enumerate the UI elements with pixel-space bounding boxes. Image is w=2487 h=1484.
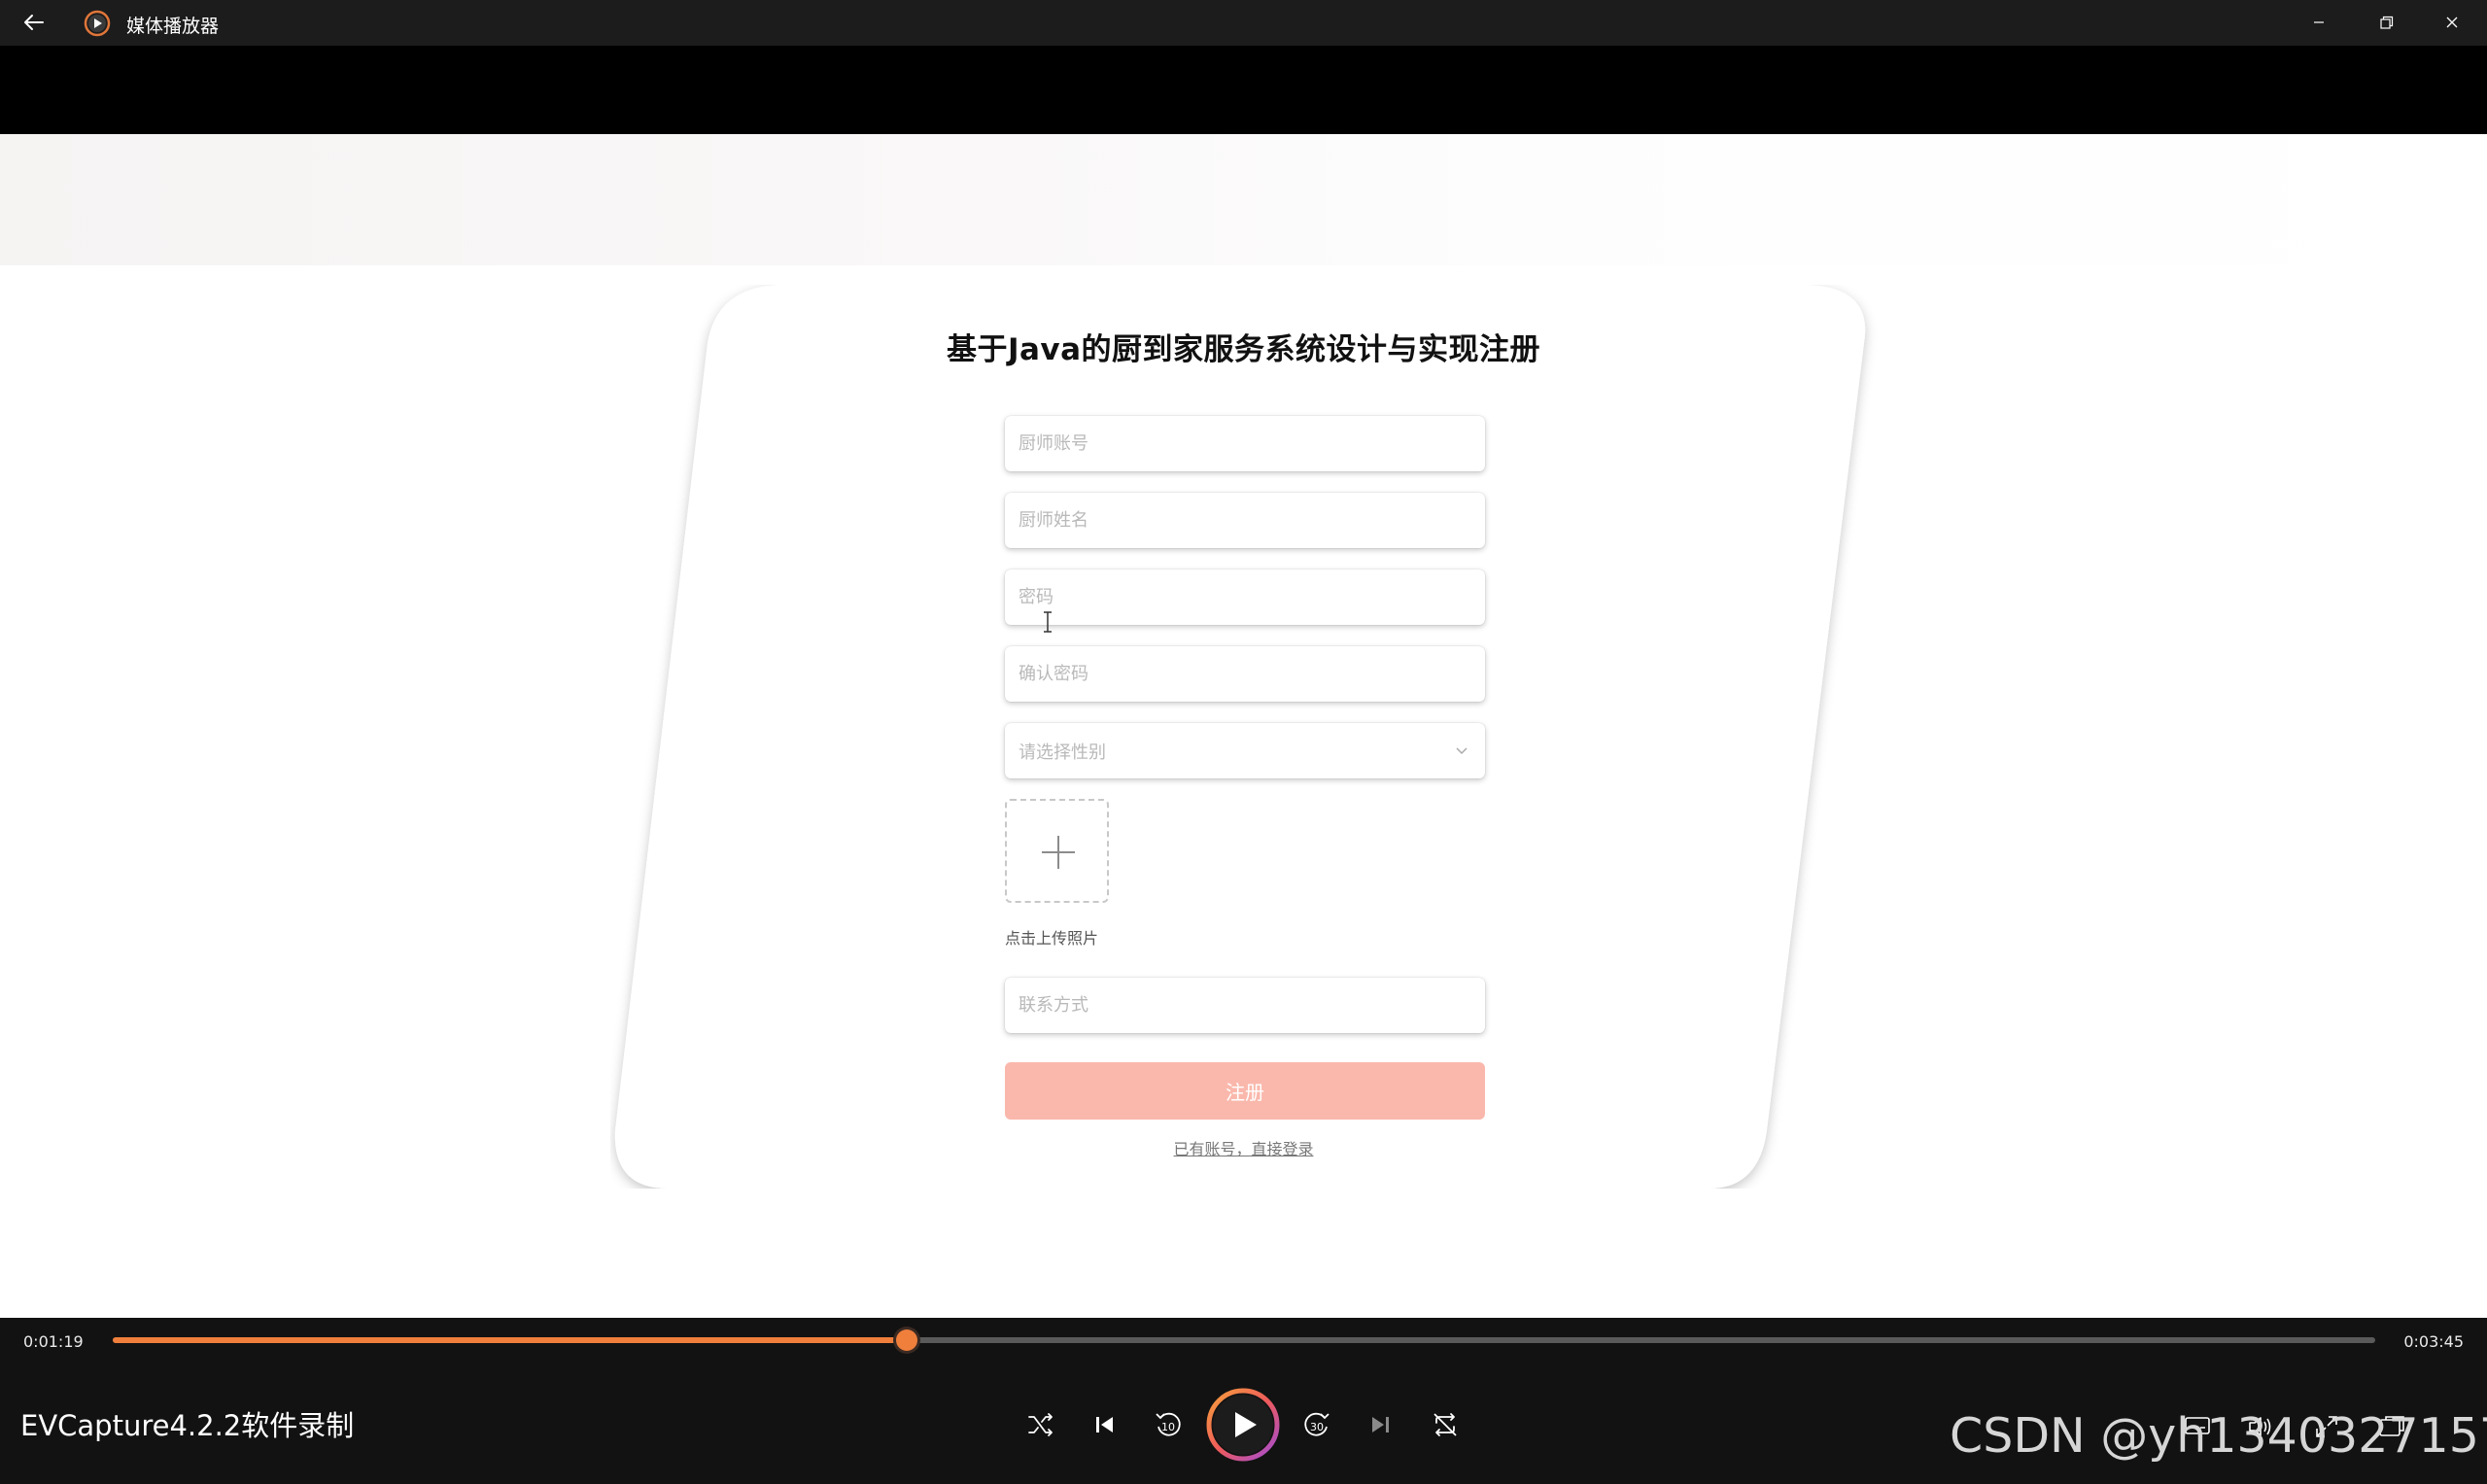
confirm-password-input[interactable] [1005,646,1485,702]
page-header-background [0,134,2487,265]
page-title: 基于Java的厨到家服务系统设计与实现注册 [946,332,1541,367]
photo-upload-box[interactable] [1005,799,1109,903]
media-player-app-icon [84,10,111,37]
seek-bar-progress [113,1337,908,1343]
restore-icon[interactable] [2355,4,2417,41]
account-input[interactable] [1005,416,1485,471]
minimize-icon[interactable] [2288,4,2350,41]
plus-icon [1042,836,1075,869]
shuffle-icon[interactable] [1019,1403,1062,1446]
name-input[interactable] [1005,493,1485,548]
play-button[interactable] [1205,1387,1281,1463]
chevron-down-icon [1456,747,1468,755]
current-time: 0:01:19 [23,1332,84,1351]
contact-input[interactable] [1005,978,1485,1033]
watermark: CSDN @yh1340327157 [1950,1408,2487,1464]
confirm-password-field[interactable] [1005,646,1485,702]
seek-thumb[interactable] [896,1329,918,1351]
register-button[interactable]: 注册 [1005,1062,1485,1120]
account-field[interactable] [1005,416,1485,471]
media-title: EVCapture4.2.2软件录制 [20,1409,355,1442]
skip-back-icon[interactable]: 10 [1147,1403,1190,1446]
title-bar: 媒体播放器 [0,0,2487,46]
login-link[interactable]: 已有账号，直接登录 [0,1136,2487,1159]
upload-caption: 点击上传照片 [1005,929,1099,948]
back-arrow-icon[interactable] [17,6,51,39]
text-cursor-icon [1044,611,1052,633]
video-frame[interactable]: 基于Java的厨到家服务系统设计与实现注册 请选择性别 点击上传照片 [0,134,2487,1318]
gender-select-placeholder: 请选择性别 [1019,742,1106,763]
name-field[interactable] [1005,493,1485,548]
skip-forward-label: 30 [1310,1421,1324,1433]
skip-back-label: 10 [1161,1421,1175,1433]
window-title: 媒体播放器 [126,16,220,37]
video-letterbox-top [0,46,2487,134]
seek-bar[interactable] [113,1329,2375,1351]
media-player-window: 媒体播放器 基于Java的厨到家服务系统设计与实现注册 厨师账号 厨师姓名 请选… [0,0,2487,1484]
gender-select[interactable]: 请选择性别 [1005,723,1485,778]
total-time: 0:03:45 [2403,1332,2464,1351]
next-icon[interactable] [1359,1403,1401,1446]
contact-field[interactable] [1005,978,1485,1033]
close-icon[interactable] [2421,4,2483,41]
password-input[interactable] [1005,569,1485,625]
skip-forward-icon[interactable]: 30 [1295,1403,1338,1446]
repeat-off-icon[interactable] [1424,1403,1467,1446]
previous-icon[interactable] [1084,1403,1126,1446]
password-field[interactable] [1005,569,1485,625]
